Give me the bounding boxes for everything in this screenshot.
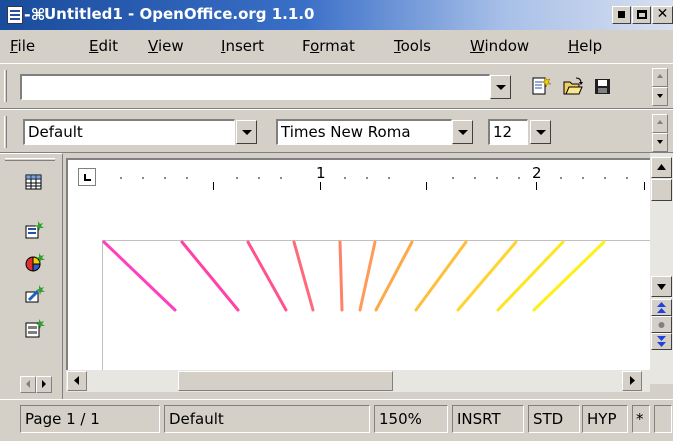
drawing-lines[interactable]: [68, 198, 650, 370]
maximize-icon: [636, 10, 647, 19]
function-bar-scroll[interactable]: [652, 68, 668, 106]
menu-bar: File Edit View Insert Format Tools Windo…: [0, 30, 673, 63]
document-icon: [7, 6, 23, 24]
status-bar: Page 1 / 1 Default 150% INSRT STD HYP *: [0, 399, 673, 441]
scroll-corner: [650, 384, 673, 399]
main-toolbar: [0, 153, 63, 400]
menu-help[interactable]: Help: [568, 37, 602, 55]
scroll-thumb[interactable]: [178, 371, 393, 391]
menu-format[interactable]: Format: [302, 37, 355, 55]
scroll-down-button[interactable]: [652, 87, 668, 106]
paragraph-style-select[interactable]: Default: [23, 119, 235, 145]
font-name-select[interactable]: Times New Roma: [276, 119, 452, 145]
url-input[interactable]: [20, 74, 490, 100]
chevron-down-icon: [657, 140, 663, 144]
status-zoom[interactable]: 150%: [374, 405, 448, 433]
menu-view[interactable]: View: [148, 37, 184, 55]
drawn-line-11[interactable]: [532, 240, 606, 312]
title-bar[interactable]: -⌘ Untitled1 - OpenOffice.org 1.1.0 ✕: [0, 0, 673, 30]
ruler-label-1: 1: [316, 164, 326, 182]
status-insert-mode[interactable]: INSRT: [452, 405, 524, 433]
chevron-up-icon: [657, 164, 666, 170]
previous-page-button[interactable]: [651, 299, 672, 316]
double-chevron-down-icon: [657, 336, 666, 347]
insert-table-icon[interactable]: [24, 172, 46, 194]
save-disk-icon[interactable]: [592, 76, 614, 98]
pin-icon[interactable]: -⌘: [24, 5, 45, 24]
scroll-up-button[interactable]: [652, 68, 668, 87]
menu-file[interactable]: File: [10, 37, 35, 55]
minimize-button[interactable]: [612, 6, 631, 24]
minimize-icon: [618, 11, 625, 18]
window-title: Untitled1 - OpenOffice.org 1.1.0: [44, 5, 315, 23]
toolbar-grip[interactable]: [4, 116, 7, 148]
font-name-dropdown[interactable]: [452, 120, 473, 144]
navigator-button[interactable]: [651, 316, 672, 333]
tab-stop-selector[interactable]: [78, 168, 96, 186]
drawn-line-6[interactable]: [358, 240, 377, 312]
drawn-line-1[interactable]: [102, 240, 177, 312]
toolbar-scroll-left-button[interactable]: [20, 376, 36, 393]
chevron-down-icon: [657, 284, 666, 290]
scroll-down-button[interactable]: [652, 133, 668, 152]
insert-chart-icon[interactable]: [24, 252, 46, 274]
drawn-line-2[interactable]: [180, 240, 240, 312]
status-page-style[interactable]: Default: [164, 405, 370, 433]
drawn-line-8[interactable]: [414, 240, 468, 312]
font-size-select[interactable]: 12: [488, 119, 528, 145]
close-button[interactable]: ✕: [652, 6, 673, 24]
vertical-scrollbar[interactable]: [650, 153, 673, 384]
drawn-line-4[interactable]: [292, 240, 315, 312]
document-canvas[interactable]: [66, 198, 650, 380]
horizontal-scrollbar[interactable]: [66, 370, 650, 392]
status-selection-mode[interactable]: STD: [528, 405, 580, 433]
insert-fields-icon[interactable]: [24, 220, 46, 242]
chevron-left-icon: [74, 376, 79, 385]
new-document-icon[interactable]: [530, 76, 552, 98]
menu-insert[interactable]: Insert: [221, 37, 264, 55]
scroll-thumb[interactable]: [651, 179, 672, 201]
chevron-right-icon: [630, 376, 635, 385]
chevron-left-icon: [26, 380, 30, 388]
toolbar-grip[interactable]: [4, 70, 7, 102]
object-bar: Default Times New Roma 12: [0, 109, 673, 153]
menu-edit[interactable]: Edit: [89, 37, 118, 55]
scroll-up-button[interactable]: [651, 157, 672, 178]
status-modified: *: [632, 405, 650, 433]
font-size-dropdown[interactable]: [530, 120, 551, 144]
open-folder-icon[interactable]: [562, 76, 584, 98]
drawn-line-7[interactable]: [374, 240, 414, 312]
menu-tools[interactable]: Tools: [394, 37, 431, 55]
insert-form-icon[interactable]: [24, 318, 46, 340]
url-dropdown-button[interactable]: [490, 75, 511, 99]
status-page[interactable]: Page 1 / 1: [20, 405, 160, 433]
chevron-down-icon: [657, 94, 663, 98]
scroll-right-button[interactable]: [622, 371, 642, 391]
chevron-right-icon: [42, 380, 46, 388]
maximize-button[interactable]: [632, 6, 651, 24]
close-icon: ✕: [656, 6, 669, 22]
navigation-dot-icon: [658, 322, 665, 328]
chevron-up-icon: [657, 74, 663, 78]
toolbar-grip[interactable]: [5, 158, 55, 161]
drawn-line-5[interactable]: [338, 240, 344, 312]
ruler-label-2: 2: [532, 164, 542, 182]
horizontal-ruler[interactable]: 1 2: [66, 158, 650, 198]
menu-window[interactable]: Window: [470, 37, 529, 55]
next-page-button[interactable]: [651, 333, 672, 350]
chevron-up-icon: [657, 120, 663, 124]
toolbar-scroll-right-button[interactable]: [36, 376, 52, 393]
double-chevron-up-icon: [657, 302, 666, 313]
insert-draw-icon[interactable]: [24, 284, 46, 306]
paragraph-style-dropdown[interactable]: [236, 120, 257, 144]
object-bar-scroll[interactable]: [652, 114, 668, 152]
function-bar: [0, 63, 673, 109]
scroll-left-button[interactable]: [67, 371, 87, 391]
status-hyperlink-mode[interactable]: HYP: [582, 405, 628, 433]
scroll-down-button[interactable]: [651, 276, 672, 297]
scroll-up-button[interactable]: [652, 114, 668, 133]
status-signature: [654, 405, 672, 433]
drawn-line-3[interactable]: [246, 240, 288, 312]
ruler-scale: 1 2: [108, 160, 648, 198]
